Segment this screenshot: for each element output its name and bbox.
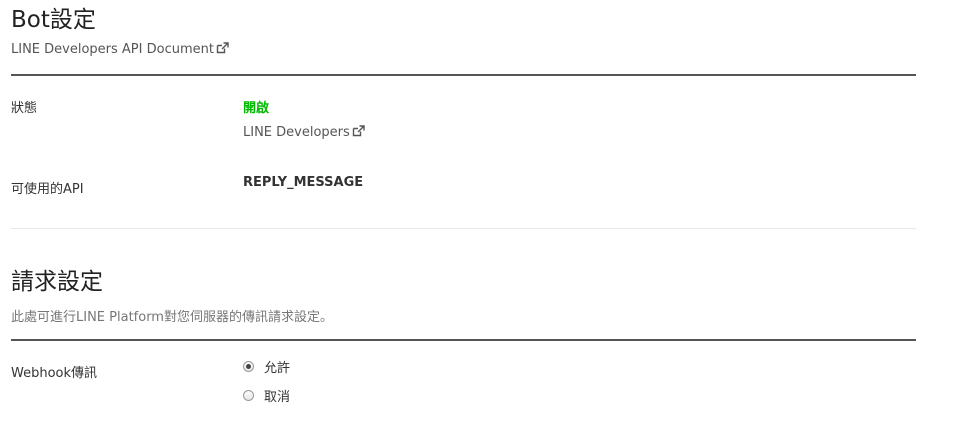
status-label: 狀態 [11,101,38,116]
webhook-option-allow[interactable]: 允許 [243,357,290,376]
section-divider [11,74,916,76]
api-document-link-label: LINE Developers API Document [11,42,214,57]
line-developers-link-label: LINE Developers [243,125,350,140]
bot-settings-doc-row: LINE Developers API Document [11,42,916,59]
api-label: 可使用的API [11,182,84,197]
bot-settings-title: Bot設定 [11,7,96,33]
bot-settings-header: Bot設定 [11,6,916,34]
radio-unchecked-icon[interactable] [243,390,254,401]
api-document-link[interactable]: LINE Developers API Document [11,42,229,57]
request-settings-description: 此處可進行LINE Platform對您伺服器的傳訊請求設定。 [11,310,333,325]
webhook-label: Webhook傳訊 [11,366,98,381]
page: Bot設定 LINE Developers API Document 狀態 開啟… [0,0,954,425]
line-developers-link[interactable]: LINE Developers [243,125,365,140]
status-value: 開啟 [243,101,270,116]
radio-checked-icon[interactable] [243,361,254,372]
section-divider [11,339,916,341]
webhook-option-allow-label: 允許 [264,361,291,376]
request-settings-header: 請求設定 [11,268,916,296]
request-settings-title: 請求設定 [11,269,103,295]
webhook-option-cancel[interactable]: 取消 [243,386,290,405]
api-value: REPLY_MESSAGE [243,175,364,190]
light-divider [11,228,916,229]
external-link-icon [352,125,365,141]
status-link-row: LINE Developers [243,125,365,141]
external-link-icon [216,42,229,59]
webhook-option-cancel-label: 取消 [264,390,291,405]
